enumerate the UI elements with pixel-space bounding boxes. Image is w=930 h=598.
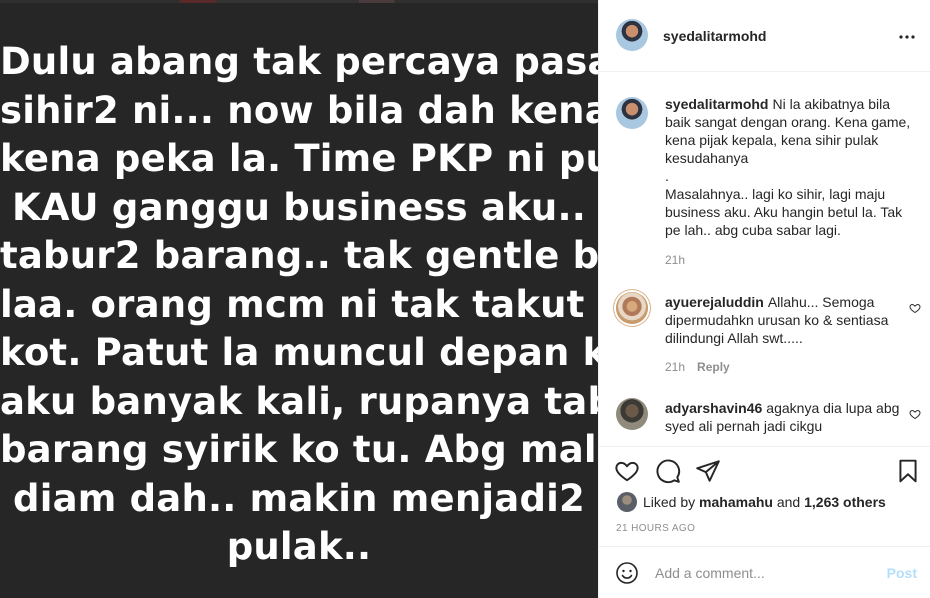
reply-button[interactable]: Reply [697, 360, 730, 374]
caption-meta: 21h [665, 253, 685, 267]
post-timestamp[interactable]: 21 HOURS AGO [616, 523, 695, 534]
comment-bubble-icon[interactable] [655, 458, 681, 484]
caption-time[interactable]: 21h [665, 253, 685, 267]
image-text-line: laa. orang mcm ni tak takut dosa [0, 282, 598, 326]
author-username[interactable]: syedalitarmohd [663, 28, 766, 44]
caption-text: syedalitarmohd Ni la akibatnya bila baik … [665, 95, 915, 239]
image-text-line: KAU ganggu business aku.. [11, 185, 586, 229]
post-actions: Liked by mahamahu and 1,263 others 21 HO… [599, 446, 930, 546]
comment-username[interactable]: ayuerejaluddin [665, 294, 764, 310]
commenter-avatar[interactable] [616, 292, 648, 324]
image-text-line: barang syirik ko tu. Abg malas nk [0, 428, 598, 471]
commenter-avatar[interactable] [616, 398, 648, 430]
like-comment-heart-icon[interactable] [909, 408, 921, 420]
post-header: syedalitarmohd [599, 0, 930, 72]
caption-avatar[interactable] [616, 97, 648, 129]
caption-dot: . [665, 168, 669, 184]
like-comment-heart-icon[interactable] [909, 302, 921, 314]
comments-list[interactable]: syedalitarmohd Ni la akibatnya bila baik … [599, 72, 930, 446]
post-side-panel: syedalitarmohd syedalitarmohd Ni la akiba… [598, 0, 930, 598]
more-horizontal-icon[interactable] [897, 27, 917, 47]
liked-by-and: and [776, 494, 801, 510]
comment-meta: 21h Reply [665, 360, 730, 374]
comment-text: adyarshavin46 agaknya dia lupa abg syed a… [665, 399, 915, 435]
image-text-line: tabur2 barang.. tak gentle betul [0, 234, 598, 277]
image-text-line: diam dah.. makin menjadi2 [13, 476, 585, 520]
post-image[interactable]: Dulu abang tak percaya pasal sihir2 ni..… [0, 0, 598, 598]
image-text-line: pulak.. [226, 525, 372, 568]
emoji-smiley-icon[interactable] [615, 561, 639, 585]
image-text-line: Dulu abang tak percaya pasal [0, 40, 598, 83]
comment-username[interactable]: adyarshavin46 [665, 400, 762, 416]
image-text-line: aku banyak kali, rupanya tabur [0, 379, 598, 423]
add-comment-bar: Post [599, 546, 930, 598]
author-avatar[interactable] [616, 19, 648, 51]
image-text-line: kena peka la. Time PKP ni pun [0, 137, 598, 180]
comment-text: ayuerejaluddin Allahu... Semoga dipermuda… [665, 293, 915, 347]
image-top-strip [0, 0, 598, 3]
likes-count[interactable]: 1,263 others [804, 494, 886, 510]
comment-input[interactable] [655, 559, 875, 587]
caption-username[interactable]: syedalitarmohd [665, 96, 768, 112]
liked-by-line: Liked by mahamahu and 1,263 others [643, 494, 886, 510]
liked-by-prefix: Liked by [643, 494, 696, 510]
image-text: Dulu abang tak percaya pasal sihir2 ni..… [0, 38, 598, 572]
image-text-line: kot. Patut la muncul depan kedai [0, 331, 598, 374]
like-heart-icon[interactable] [614, 458, 640, 484]
bookmark-save-icon[interactable] [895, 458, 921, 484]
liker-avatar[interactable] [617, 492, 637, 512]
liked-by-user[interactable]: mahamahu [699, 494, 773, 510]
image-text-line: sihir2 ni... now bila dah kena, so [0, 88, 598, 132]
post-button[interactable]: Post [887, 565, 917, 581]
comment-time[interactable]: 21h [665, 360, 685, 374]
share-paper-plane-icon[interactable] [695, 458, 721, 484]
caption-body-2: Masalahnya.. lagi ko sihir, lagi maju bu… [665, 186, 903, 238]
